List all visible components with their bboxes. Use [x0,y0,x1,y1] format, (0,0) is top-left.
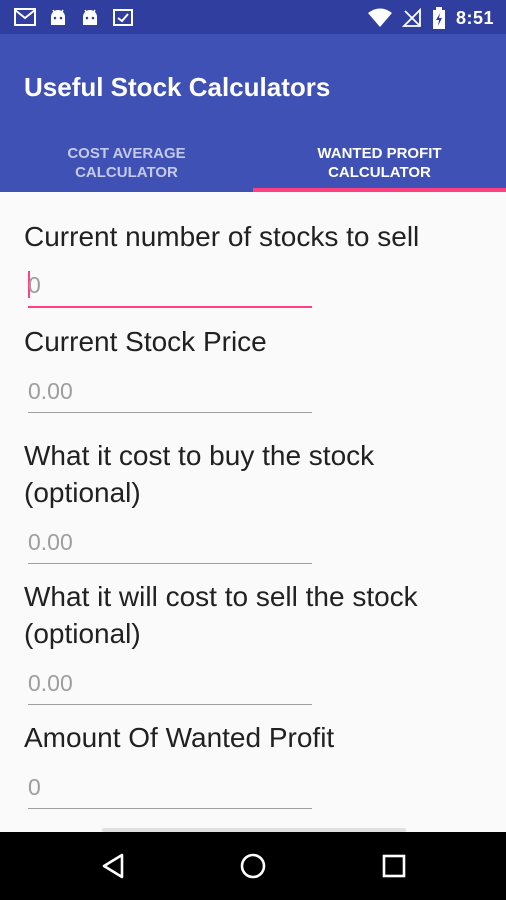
status-bar: 8:51 [0,0,506,34]
stocks-to-sell-label: Current number of stocks to sell [24,221,420,252]
buy-cost-input[interactable]: 0.00 [28,524,312,564]
no-signal-icon [401,8,422,28]
battery-charging-icon [432,7,446,29]
recents-icon[interactable] [380,852,408,880]
gmail-icon [14,7,36,27]
tab-cost-average-calculator[interactable]: COST AVERAGE CALCULATOR [0,134,253,192]
wanted-profit-value: 0 [28,774,41,800]
stocks-to-sell-input[interactable]: 0 [28,268,312,308]
tab-bar: COST AVERAGE CALCULATOR WANTED PROFIT CA… [0,134,506,192]
app-bar: Useful Stock Calculators COST AVERAGE CA… [0,34,506,192]
home-icon[interactable] [239,852,267,880]
android-icon [48,7,68,27]
sell-cost-input[interactable]: 0.00 [28,665,312,705]
app-title: Useful Stock Calculators [24,72,331,102]
current-stock-price-value: 0.00 [28,378,73,404]
sell-cost-label: What it will cost to sell the stock (opt… [24,581,418,649]
tab-wanted-profit-calculator[interactable]: WANTED PROFIT CALCULATOR [253,134,506,192]
back-icon[interactable] [100,852,128,880]
android-icon [80,7,100,27]
status-time: 8:51 [455,7,494,28]
current-stock-price-label: Current Stock Price [24,326,267,357]
wanted-profit-input[interactable]: 0 [28,769,312,809]
wanted-profit-form: Current number of stocks to sell 0 Curre… [0,192,506,832]
sell-cost-value: 0.00 [28,670,73,696]
wifi-icon [367,8,392,28]
buy-cost-value: 0.00 [28,529,73,555]
current-stock-price-input[interactable]: 0.00 [28,373,312,413]
wanted-profit-label: Amount Of Wanted Profit [24,722,335,753]
stocks-to-sell-value: 0 [28,272,41,298]
clipboard-check-icon [112,7,134,27]
buy-cost-label: What it cost to buy the stock (optional) [24,440,375,508]
navigation-bar [0,832,506,900]
